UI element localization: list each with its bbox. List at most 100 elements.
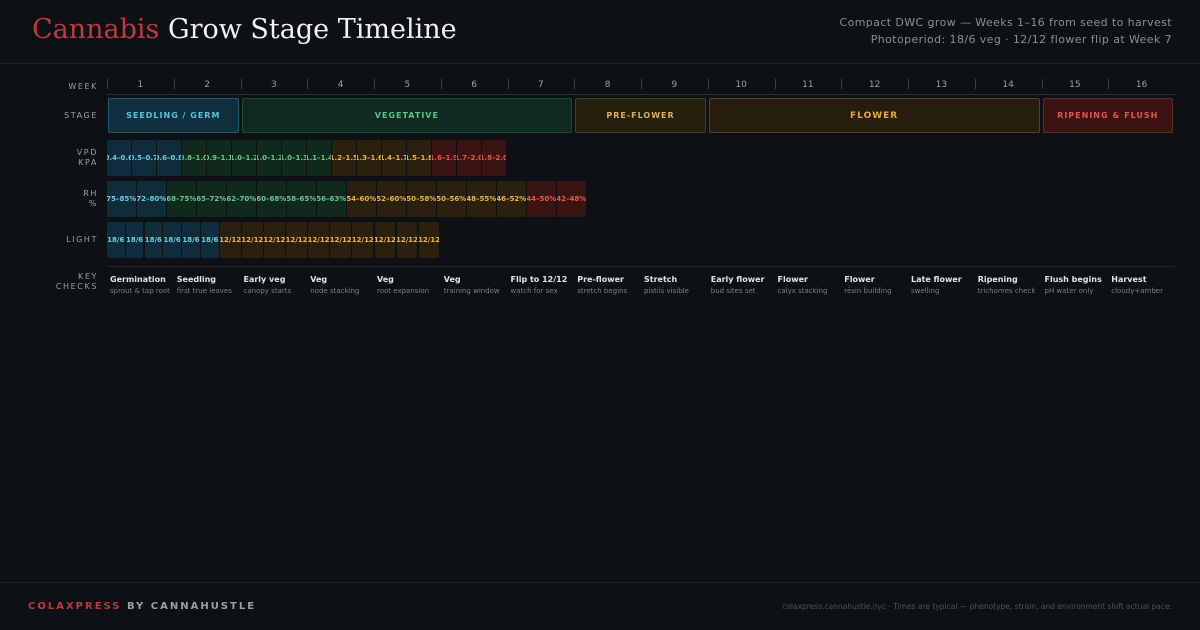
key-check-title: Harvest — [1111, 275, 1147, 284]
rh-cell: 62–70% — [227, 181, 256, 217]
footnote: colaxpress.cannahustle.nyc · Times are t… — [782, 602, 1172, 611]
vpd-cell: 0.9–1.1 — [207, 140, 231, 176]
light-cell: 12/12 — [219, 222, 241, 258]
week-number: 14 — [1002, 80, 1014, 90]
key-check-note: resin building — [844, 287, 892, 295]
key-check-week-5: Veg root expansion — [377, 274, 441, 297]
stage-block-veg: VEGETATIVE — [241, 98, 573, 133]
vpd-cell: 1.6–1.9 — [432, 140, 456, 176]
vpd-cell: 0.8–1.0 — [182, 140, 206, 176]
key-check-title: Late flower — [911, 275, 962, 284]
key-check-note: stretch begins — [577, 287, 628, 295]
week-tick — [641, 79, 642, 89]
key-check-title: Flower — [777, 275, 808, 284]
brand-byline: BY CANNAHUSTLE — [121, 601, 257, 612]
key-check-week-15: Flush begins pH water only — [1045, 274, 1109, 297]
week-number: 8 — [604, 80, 611, 90]
key-check-week-3: Early veg canopy starts — [244, 274, 308, 297]
key-check-week-10: Early flower bud sites set — [711, 274, 775, 297]
week-number: 2 — [204, 80, 210, 90]
key-check-note: root expansion — [377, 287, 430, 295]
key-check-note: pistils visible — [644, 287, 689, 295]
brand-name: COLAXPRESS — [28, 601, 122, 612]
key-check-note: node stacking — [310, 287, 360, 295]
stage-block-seedling: SEEDLING / GERM — [108, 98, 239, 133]
week-tick — [507, 79, 509, 89]
row-label-vpd: VPD KPA — [30, 148, 98, 168]
stage-block-preflower: PRE-FLOWER — [575, 98, 706, 133]
light-cell: 18/6 — [182, 222, 200, 258]
week-tick — [974, 79, 976, 89]
key-check-note: calyx stacking — [777, 287, 828, 295]
key-check-note: watch for sex — [510, 287, 558, 295]
rh-cell: 48–55% — [467, 181, 496, 217]
key-check-week-13: Late flower swelling — [911, 274, 975, 297]
vpd-cell: 1.3–1.6 — [357, 140, 381, 176]
rh-cell: 50–56% — [437, 181, 466, 217]
key-check-note: first true leaves — [176, 287, 232, 295]
stage-block-flower: FLOWER — [708, 98, 1040, 133]
vpd-cell: 1.0–1.2 — [257, 140, 281, 176]
key-check-week-6: Veg training window — [444, 274, 508, 297]
page-title: Cannabis Grow Stage Timeline — [32, 14, 457, 45]
rh-cell: 65–72% — [197, 181, 226, 217]
key-check-title: Early flower — [710, 275, 765, 284]
key-check-title: Ripening — [977, 275, 1018, 284]
week-number: 6 — [471, 80, 477, 90]
week-tick — [1041, 79, 1043, 89]
week-number: 11 — [802, 80, 814, 90]
key-check-title: Early veg — [243, 275, 286, 284]
key-check-title: Germination — [110, 275, 166, 284]
key-check-note: sprout & tap root — [110, 287, 170, 295]
week-number: 15 — [1069, 80, 1081, 90]
light-cell: 12/12 — [352, 222, 374, 258]
week-tick — [173, 79, 175, 89]
key-check-week-7: Flip to 12/12 watch for sex — [511, 274, 575, 297]
vpd-cell: 1.7–2.0 — [457, 140, 481, 176]
vpd-cell: 1.0–1.2 — [232, 140, 256, 176]
week-number: 13 — [935, 80, 948, 90]
week-number: 1 — [137, 80, 144, 90]
brand: COLAXPRESS BY CANNAHUSTLE — [28, 601, 256, 612]
key-check-title: Pre-flower — [577, 275, 624, 284]
week-tick — [841, 79, 843, 89]
row-label-checks: KEY CHECKS — [30, 272, 98, 292]
week-tick — [707, 79, 709, 89]
key-check-title: Veg — [310, 275, 328, 284]
vpd-cell: 0.6–0.8 — [157, 140, 181, 176]
light-cell: 12/12 — [286, 222, 307, 258]
row-label-rh-line1: RH — [83, 189, 98, 198]
rh-cell: 52–60% — [377, 181, 406, 217]
light-cell: 18/6 — [201, 222, 219, 258]
row-label-vpd-line1: VPD — [76, 148, 98, 157]
key-check-week-4: Veg node stacking — [310, 274, 374, 297]
rh-cell: 46–52% — [497, 181, 526, 217]
week-tick — [774, 79, 776, 89]
subtitle-line-2: Photoperiod: 18/6 veg · 12/12 flower fli… — [870, 33, 1172, 46]
key-check-week-9: Stretch pistils visible — [644, 274, 708, 297]
week-number: 9 — [671, 80, 678, 90]
key-check-title: Veg — [377, 275, 394, 284]
vpd-cell: 1.1–1.4 — [307, 140, 331, 176]
subtitle-line-1: Compact DWC grow — Weeks 1–16 from seed … — [839, 16, 1172, 29]
checks-divider — [107, 266, 1175, 267]
week-number: 3 — [271, 80, 277, 90]
key-check-week-1: Germination sprout & tap root — [110, 274, 174, 297]
key-check-week-12: Flower resin building — [844, 274, 908, 297]
week-number: 7 — [538, 80, 544, 90]
week-tick — [908, 79, 909, 89]
row-label-week: WEEK — [68, 82, 98, 91]
row-label-checks-line2: CHECKS — [55, 282, 98, 291]
light-cell: 12/12 — [241, 222, 263, 258]
week-tick — [374, 79, 375, 89]
light-cell: 18/6 — [144, 222, 163, 258]
vpd-cell: 0.5–0.7 — [132, 140, 156, 176]
rh-cell: 68–75% — [167, 181, 196, 217]
week-number: 12 — [868, 80, 881, 90]
title-accent: Cannabis — [32, 14, 160, 45]
week-tick — [107, 79, 108, 89]
key-check-week-16: Harvest cloudy+amber — [1111, 274, 1175, 297]
row-label-checks-line1: KEY — [78, 272, 98, 281]
rh-cell: 58–65% — [287, 181, 316, 217]
key-check-title: Flip to 12/12 — [510, 275, 568, 284]
